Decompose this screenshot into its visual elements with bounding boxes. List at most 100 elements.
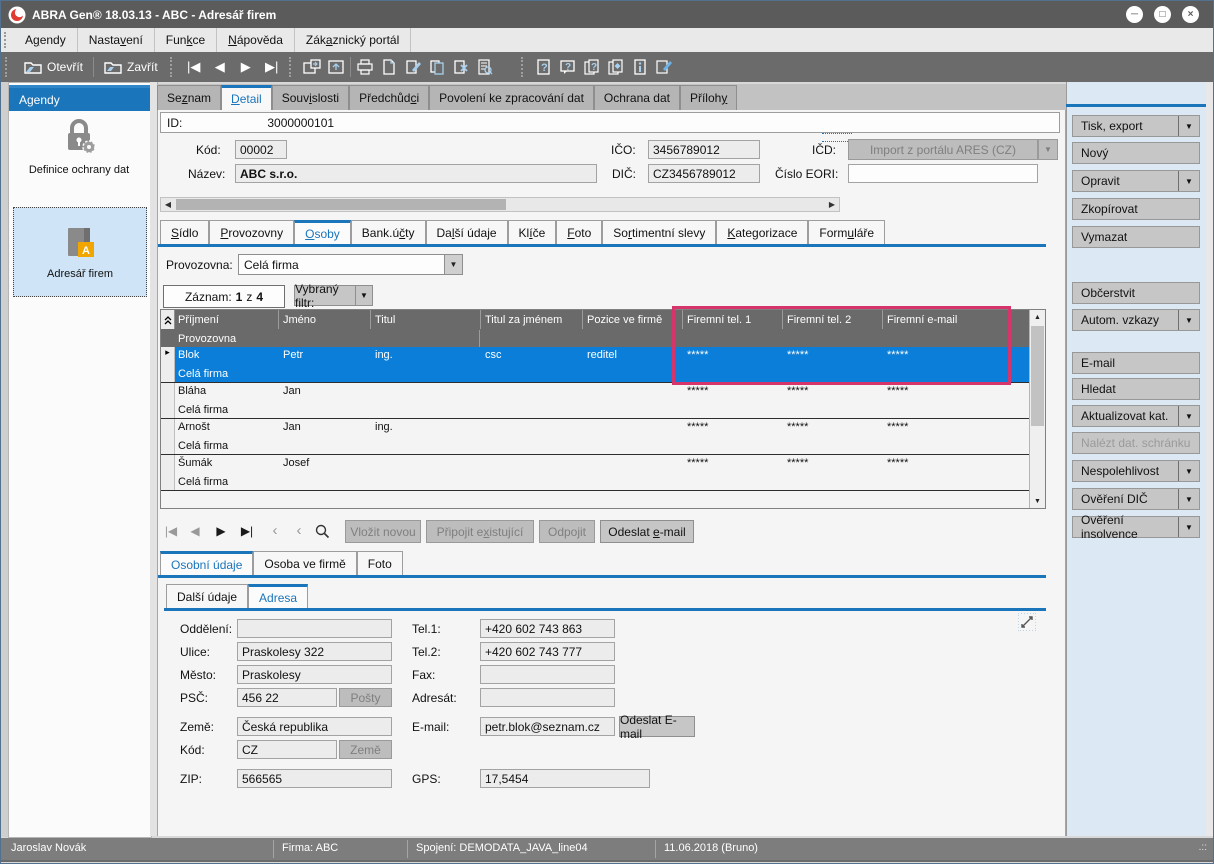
zip-input[interactable]: 566565 xyxy=(237,769,392,788)
ico-input[interactable]: 3456789012 xyxy=(648,140,760,159)
feedback-icon[interactable] xyxy=(652,55,676,79)
tab-osobni-udaje[interactable]: Osobní údaje xyxy=(160,551,253,575)
scrollbar-thumb[interactable] xyxy=(1031,326,1044,426)
minimize-button[interactable]: ─ xyxy=(1126,6,1143,23)
tel1-input[interactable]: +420 602 743 863 xyxy=(480,619,615,638)
vat-check-button[interactable]: Ověření DIČ ▼ xyxy=(1072,488,1200,510)
search-icon[interactable] xyxy=(314,523,330,542)
update-categories-button[interactable]: Aktualizovat kat. ▼ xyxy=(1072,405,1200,427)
menu-agendy[interactable]: Agendy xyxy=(14,28,78,52)
help-topics-icon[interactable]: ? xyxy=(580,55,604,79)
close-button[interactable]: × xyxy=(1182,6,1199,23)
scroll-left-icon[interactable]: ◀ xyxy=(161,198,175,211)
email-input[interactable]: petr.blok@seznam.cz xyxy=(480,717,615,736)
column-header-firemni-tel-2[interactable]: Firemní tel. 2 xyxy=(783,310,883,329)
table-row[interactable]: ▸ Blok Petr ing. csc reditel ***** *****… xyxy=(161,347,1029,383)
find-button[interactable]: Hledat xyxy=(1072,378,1200,400)
copy-button[interactable]: Zkopírovat xyxy=(1072,198,1200,220)
chevron-down-icon[interactable]: ▼ xyxy=(1178,489,1199,509)
nazev-input[interactable]: ABC s.r.o. xyxy=(235,164,597,183)
selected-filter-button[interactable]: Vybraný filtr: xyxy=(294,285,356,306)
toolbar-grip[interactable] xyxy=(289,57,296,77)
column-header-titul-za-jmenem[interactable]: Titul za jménem xyxy=(481,310,583,329)
nav-first-icon[interactable]: |◀ xyxy=(181,59,207,75)
fax-input[interactable] xyxy=(480,665,615,684)
open-button[interactable]: Otevřít xyxy=(16,55,91,79)
table-row[interactable]: Arnošt Jan ing. ***** ***** ***** Celá f… xyxy=(161,419,1029,455)
table-vertical-scrollbar[interactable]: ▲ ▼ xyxy=(1029,310,1045,508)
kod-zeme-input[interactable]: CZ xyxy=(237,740,337,759)
tab-souvislosti[interactable]: Souvislosti xyxy=(272,85,349,110)
toolbar-grip[interactable] xyxy=(521,57,528,77)
sidebar-item-adresar-firem[interactable]: A Adresář firem xyxy=(13,207,147,297)
chevron-down-icon[interactable]: ▼ xyxy=(1178,171,1199,191)
provozovna-select[interactable]: Celá firma ▼ xyxy=(238,254,463,275)
resize-grip[interactable]: .:: xyxy=(1199,842,1207,853)
nav-next-icon[interactable]: ▶ xyxy=(233,59,259,75)
tab-sortimentni-slevy[interactable]: Sortimentní slevy xyxy=(602,220,716,244)
menu-funkce[interactable]: Funkce xyxy=(155,28,217,52)
tab-provozovny[interactable]: Provozovny xyxy=(209,220,294,244)
tab-prilohy[interactable]: Přílohy xyxy=(680,85,737,110)
chevron-down-icon[interactable]: ▼ xyxy=(1178,461,1199,481)
person-nav-first-icon[interactable]: |◀ xyxy=(160,524,182,538)
column-header-pozice-ve-firme[interactable]: Pozice ve firmě xyxy=(583,310,683,329)
nav-last-icon[interactable]: ▶| xyxy=(259,59,285,75)
adresat-input[interactable] xyxy=(480,688,615,707)
oddeleni-input[interactable] xyxy=(237,619,392,638)
refresh-window-icon[interactable] xyxy=(324,55,348,79)
scrollbar-thumb[interactable] xyxy=(176,199,506,210)
scroll-up-icon[interactable]: ▲ xyxy=(1030,310,1045,324)
scroll-right-icon[interactable]: ▶ xyxy=(825,198,839,211)
chevron-down-icon[interactable]: ▼ xyxy=(1178,310,1199,330)
tab-osoba-ve-firme[interactable]: Osoba ve firmě xyxy=(253,551,356,575)
person-nav-delete-icon[interactable]: ‹ xyxy=(288,522,310,539)
tab-sidlo[interactable]: Sídlo xyxy=(160,220,209,244)
refresh-button[interactable]: Občerstvit xyxy=(1072,282,1200,304)
column-header-prijmeni[interactable]: Příjmení xyxy=(174,310,279,329)
table-row[interactable]: Šumák Josef ***** ***** ***** Celá firma xyxy=(161,455,1029,491)
new-record-icon[interactable] xyxy=(377,55,401,79)
menu-napoveda[interactable]: Nápověda xyxy=(217,28,295,52)
maximize-button[interactable]: □ xyxy=(1154,6,1171,23)
delete-record-icon[interactable] xyxy=(449,55,473,79)
chevron-down-icon[interactable]: ▼ xyxy=(1178,116,1199,136)
kod-input[interactable]: 00002 xyxy=(235,140,287,159)
column-header-titul[interactable]: Titul xyxy=(371,310,481,329)
copy-record-icon[interactable] xyxy=(425,55,449,79)
ares-import-dropdown[interactable]: ▼ xyxy=(1038,139,1058,160)
tab-osoby[interactable]: Osoby xyxy=(294,220,351,244)
horizontal-scrollbar[interactable]: ◀ ▶ xyxy=(160,197,840,212)
delete-button[interactable]: Vymazat xyxy=(1072,226,1200,248)
zeme-input[interactable]: Česká republika xyxy=(237,717,392,736)
gps-input[interactable]: 17,5454 xyxy=(480,769,650,788)
column-header-jmeno[interactable]: Jméno xyxy=(279,310,371,329)
chevron-down-icon[interactable]: ▼ xyxy=(1178,406,1199,426)
tab-ochrana-dat[interactable]: Ochrana dat xyxy=(594,85,680,110)
tab-povoleni-ke-zpracovani-dat[interactable]: Povolení ke zpracování dat xyxy=(429,85,594,110)
mesto-input[interactable]: Praskolesy xyxy=(237,665,392,684)
tab-adresa[interactable]: Adresa xyxy=(248,584,308,608)
edit-button[interactable]: Opravit ▼ xyxy=(1072,170,1200,192)
table-row[interactable]: Bláha Jan ***** ***** ***** Celá firma xyxy=(161,383,1029,419)
toolbar-grip[interactable] xyxy=(5,57,12,77)
help-icon[interactable]: ? xyxy=(532,55,556,79)
menubar-grip[interactable] xyxy=(4,32,11,48)
detach-window-icon[interactable] xyxy=(300,55,324,79)
tab-bank-ucty[interactable]: Bank.účty xyxy=(351,220,426,244)
send-email-button[interactable]: Odeslat e-mail xyxy=(600,520,694,543)
tab-dalsi-udaje[interactable]: Další údaje xyxy=(426,220,508,244)
scroll-down-icon[interactable]: ▼ xyxy=(1030,494,1045,508)
tab-detail[interactable]: Detail xyxy=(221,85,272,110)
send-email-address-button[interactable]: Odeslat E-mail xyxy=(619,716,695,737)
eori-input[interactable] xyxy=(848,164,1038,183)
tab-dalsi-udaje-person[interactable]: Další údaje xyxy=(166,584,248,608)
tel2-input[interactable]: +420 602 743 777 xyxy=(480,642,615,661)
tab-kategorizace[interactable]: Kategorizace xyxy=(716,220,808,244)
expand-panel-icon[interactable] xyxy=(1018,613,1036,634)
psc-input[interactable]: 456 22 xyxy=(237,688,337,707)
auto-messages-button[interactable]: Autom. vzkazy ▼ xyxy=(1072,309,1200,331)
tab-foto-person[interactable]: Foto xyxy=(357,551,403,575)
navigator-icon[interactable] xyxy=(604,55,628,79)
tab-predchudci[interactable]: Předchůdci xyxy=(349,85,429,110)
